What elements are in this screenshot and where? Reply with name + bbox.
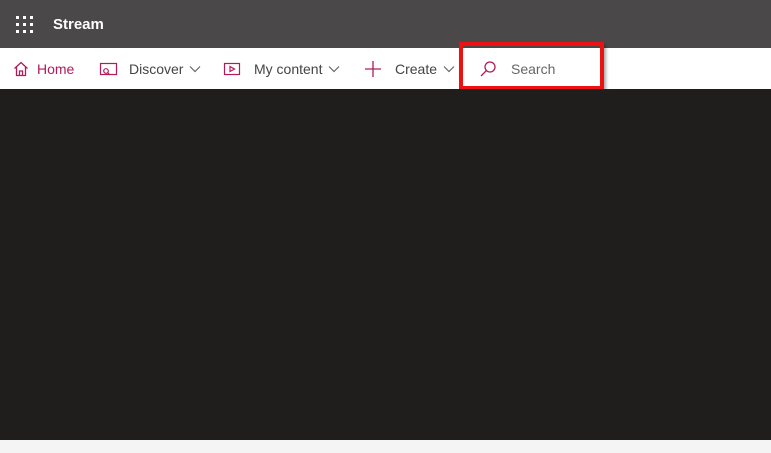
chevron-down-icon bbox=[328, 65, 340, 73]
chevron-down-icon bbox=[189, 65, 201, 73]
home-icon bbox=[13, 61, 29, 77]
search-icon[interactable] bbox=[479, 60, 497, 78]
nav-home[interactable]: Home bbox=[13, 48, 74, 89]
app-launcher-icon[interactable] bbox=[0, 0, 48, 48]
top-bar: Stream bbox=[0, 0, 771, 48]
nav-discover[interactable]: Discover bbox=[99, 48, 201, 89]
nav-my-content[interactable]: My content bbox=[223, 48, 340, 89]
nav-my-content-label: My content bbox=[254, 60, 323, 77]
video-icon bbox=[223, 61, 241, 77]
nav-discover-label: Discover bbox=[129, 60, 184, 77]
app-title[interactable]: Stream bbox=[53, 16, 104, 33]
chevron-down-icon bbox=[443, 65, 455, 73]
main-content-area bbox=[0, 89, 771, 440]
discover-icon bbox=[99, 61, 118, 77]
nav-home-label: Home bbox=[37, 60, 75, 77]
nav-create-label: Create bbox=[395, 60, 438, 77]
plus-icon bbox=[364, 60, 382, 78]
nav-bar: Home Discover My content Create Search bbox=[0, 48, 771, 89]
nav-create[interactable]: Create bbox=[364, 48, 455, 89]
search-input[interactable] bbox=[511, 60, 591, 77]
search-box[interactable] bbox=[464, 48, 600, 89]
